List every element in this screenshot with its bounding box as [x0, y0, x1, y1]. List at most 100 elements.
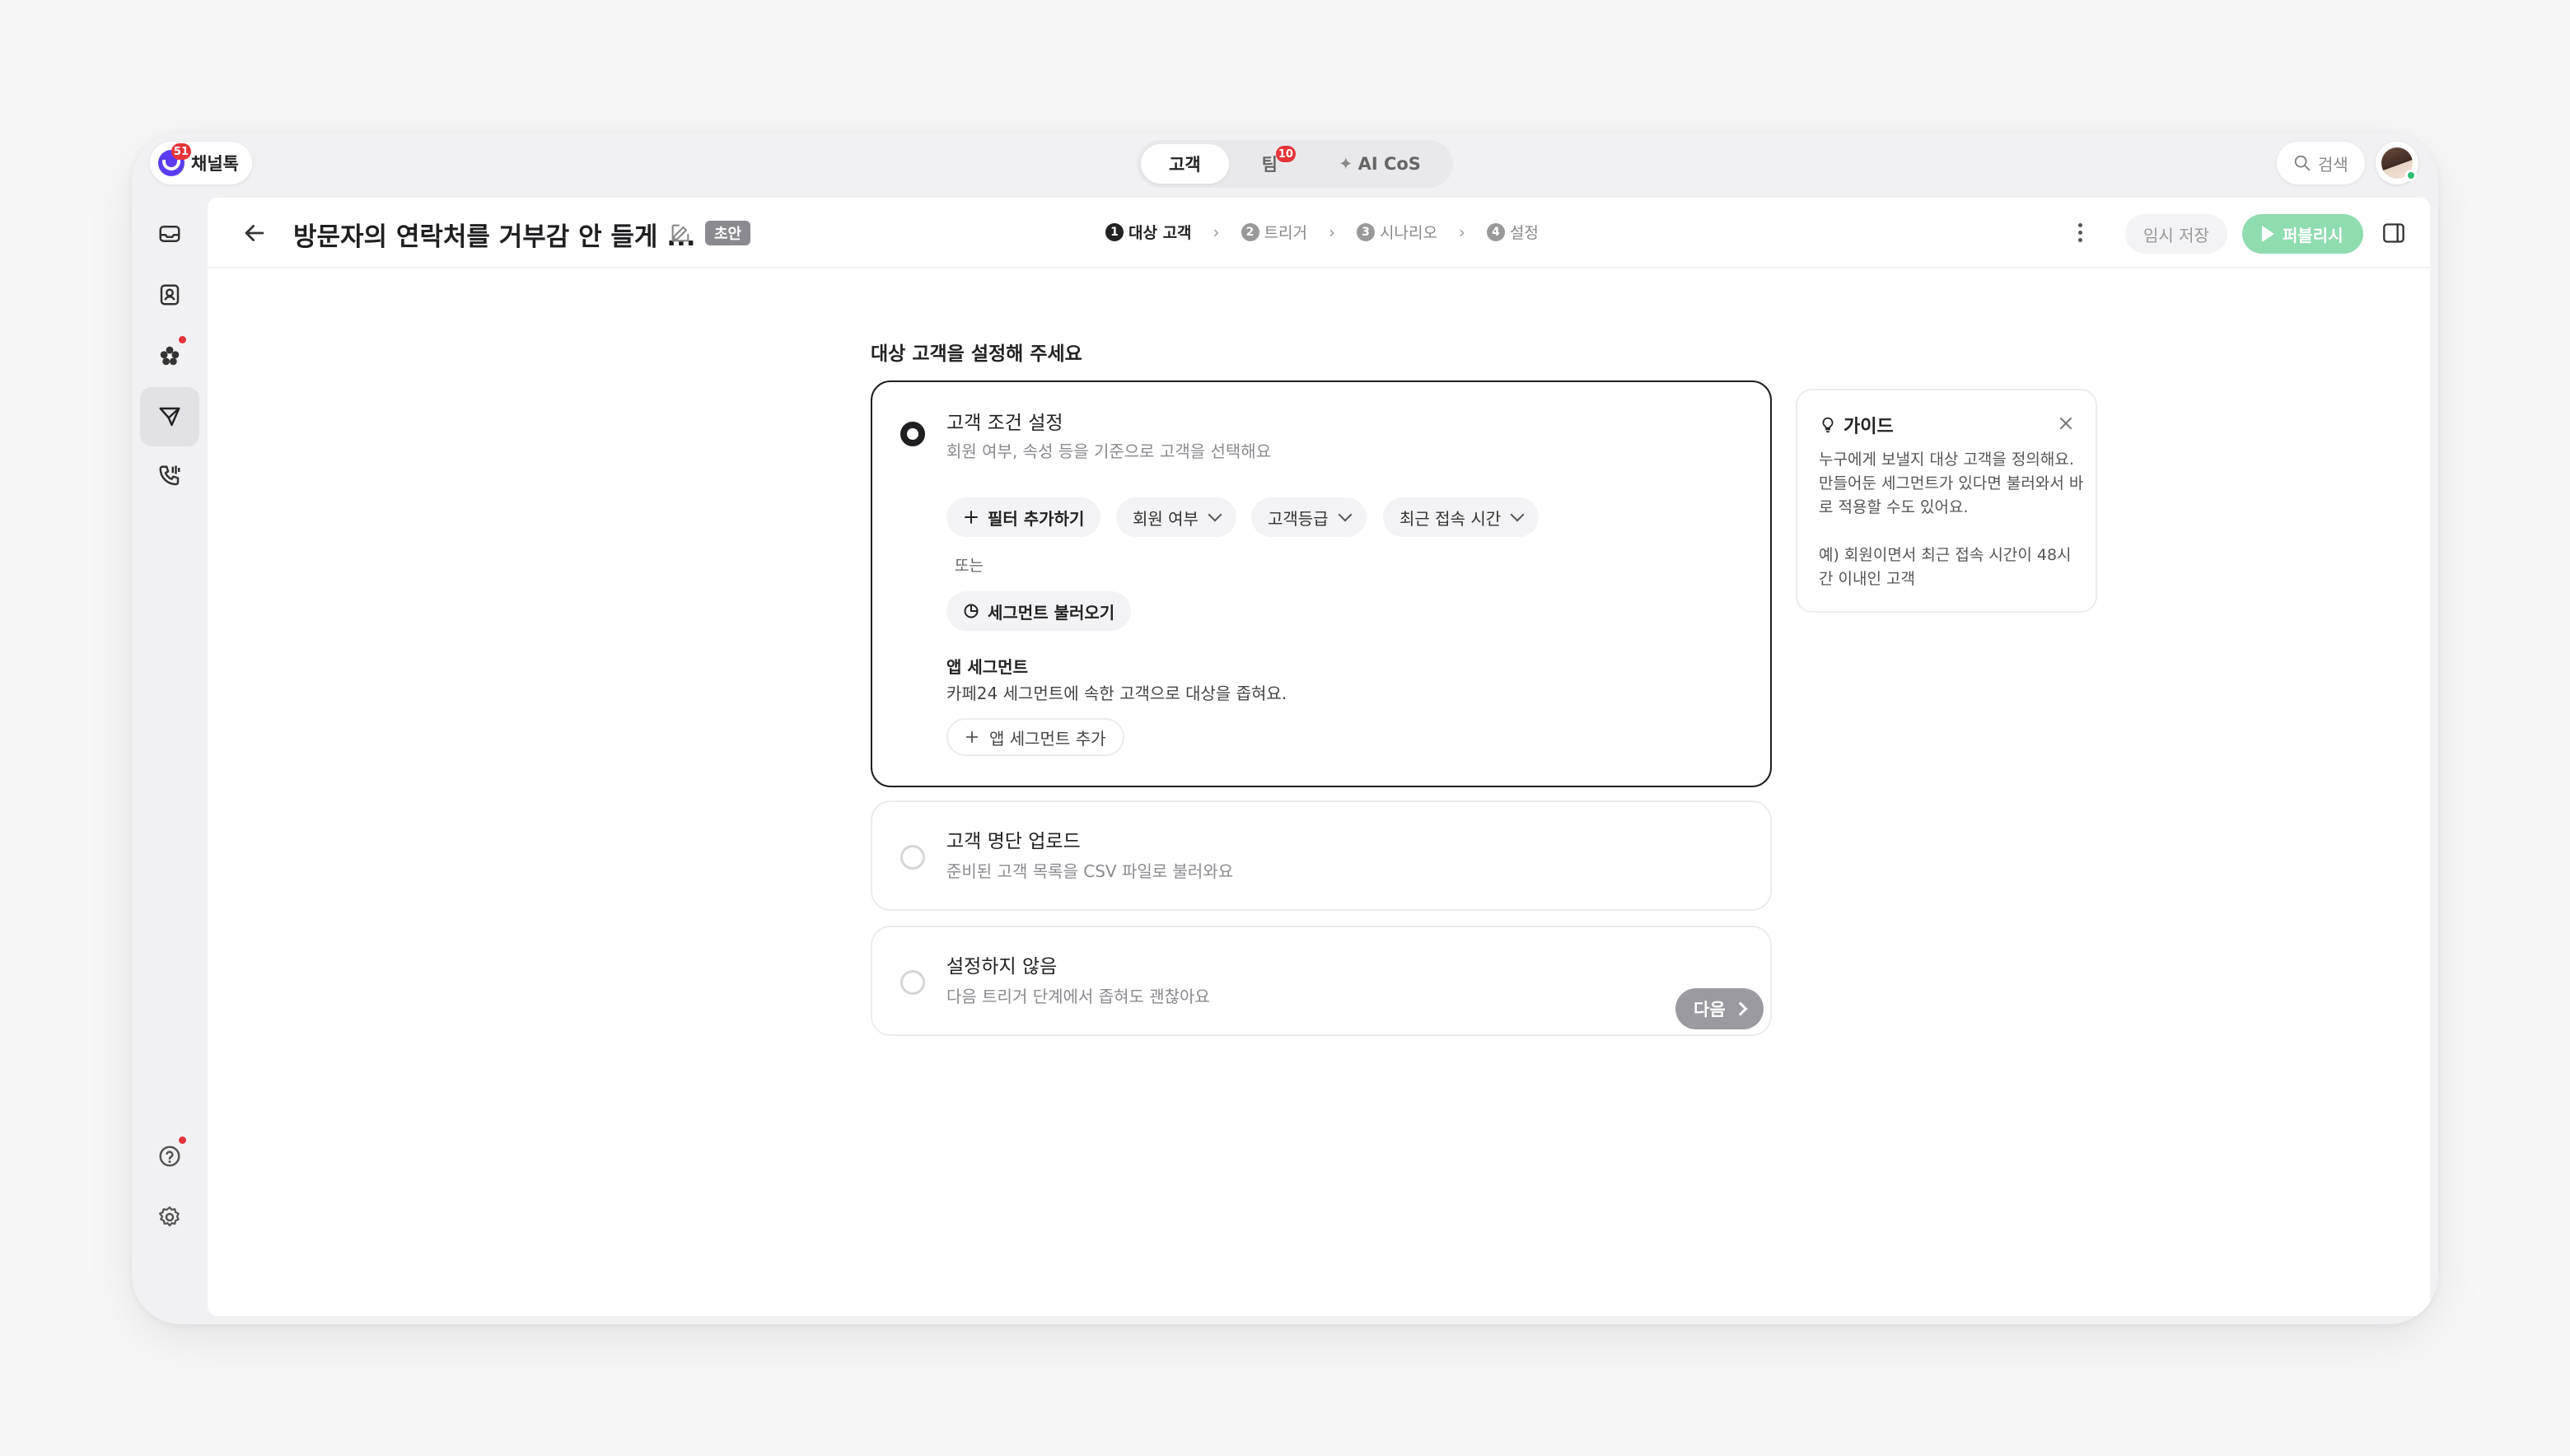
contact-card-icon [160, 284, 180, 306]
option-customer-conditions[interactable]: 고객 조건 설정 회원 여부, 속성 등을 기준으로 고객을 선택해요 필터 추… [871, 380, 1772, 787]
brand-name: 채널톡 [191, 154, 239, 174]
or-separator: 또는 [955, 557, 984, 575]
play-icon [2262, 226, 2274, 242]
filter-customer-grade[interactable]: 고객등급 [1251, 497, 1367, 537]
section-label: 대상 고객을 설정해 주세요 [871, 343, 1082, 365]
top-tab-bar: 고객 팀 10 ✦ AI CoS [1137, 140, 1453, 188]
radio-no-target[interactable] [900, 970, 925, 995]
step-settings-label: 설정 [1509, 224, 1539, 242]
option-description: 다음 트리거 단계에서 좁혀도 괜찮아요 [946, 987, 1210, 1006]
brand-button[interactable]: 51 채널톡 [150, 142, 252, 184]
option-title: 고객 조건 설정 [946, 413, 1063, 434]
step-scenario-label: 시나리오 [1380, 224, 1437, 242]
more-options-icon[interactable] [2065, 217, 2095, 247]
online-status-dot [2405, 170, 2417, 181]
inbox-icon [159, 226, 180, 242]
radio-customer-conditions[interactable] [900, 422, 925, 446]
add-filter-button[interactable]: 필터 추가하기 [946, 497, 1101, 537]
option-description: 회원 여부, 속성 등을 기준으로 고객을 선택해요 [946, 441, 1272, 461]
filter-label: 고객등급 [1268, 508, 1329, 529]
step-target-label: 대상 고객 [1128, 224, 1192, 242]
option-no-target[interactable]: 설정하지 않음 다음 트리거 단계에서 좁혀도 괜찮아요 [871, 926, 1772, 1036]
tab-customers[interactable]: 고객 [1141, 144, 1229, 184]
step-scenario[interactable]: 3 시나리오 [1357, 221, 1437, 243]
step-settings-number: 4 [1486, 222, 1505, 241]
guide-panel: 가이드 누구에게 보낼지 대상 고객을 정의해요. 만들어둔 세그먼트가 있다면… [1796, 389, 2097, 613]
temp-save-button[interactable]: 임시 저장 [2125, 214, 2227, 254]
filter-label: 최근 접속 시간 [1399, 508, 1502, 529]
content-panel: 방문자의 연락처를 거부감 안 들게 ... 초안 1 대상 고객 › 2 트리… [208, 198, 2430, 1316]
guide-body: 누구에게 보낼지 대상 고객을 정의해요. 만들어둔 세그먼트가 있다면 불러와… [1819, 450, 2084, 516]
page-title: 방문자의 연락처를 거부감 안 들게 ... [293, 222, 696, 252]
filter-label: 회원 여부 [1133, 508, 1199, 529]
step-target-number: 1 [1105, 222, 1124, 241]
guide-example: 예) 회원이면서 최근 접속 시간이 48시간 이내인 고객 [1819, 546, 2072, 588]
add-app-segment-button[interactable]: 앱 세그먼트 추가 [946, 718, 1124, 756]
send-icon [159, 407, 180, 427]
back-arrow-icon[interactable] [241, 219, 269, 247]
tab-customers-label: 고객 [1169, 155, 1201, 175]
apps-notification-dot [179, 336, 186, 343]
phone-icon [159, 465, 180, 486]
app-segment-title: 앱 세그먼트 [946, 657, 1028, 677]
nav-contacts[interactable] [140, 265, 199, 324]
nav-settings[interactable] [140, 1188, 199, 1247]
step-trigger-number: 2 [1241, 222, 1259, 241]
publish-label: 퍼블리시 [2283, 225, 2343, 245]
lightbulb-icon [1822, 417, 1834, 433]
radio-upload-list[interactable] [900, 845, 925, 870]
load-segment-label: 세그먼트 불러오기 [988, 602, 1115, 623]
app-window: 51 채널톡 고객 팀 10 ✦ AI CoS 검색 방문자의 연락처를 거부감… [132, 132, 2438, 1324]
tab-ai-cos-label: AI CoS [1357, 154, 1421, 174]
tab-ai-cos[interactable]: ✦ AI CoS [1311, 144, 1449, 184]
step-trigger[interactable]: 2 트리거 [1241, 221, 1307, 243]
search-label: 검색 [2318, 154, 2348, 175]
guide-header: 가이드 [1819, 412, 1894, 438]
step-scenario-number: 3 [1357, 222, 1375, 241]
guide-title: 가이드 [1843, 417, 1894, 437]
nav-inbox[interactable] [140, 204, 199, 264]
step-indicator: 1 대상 고객 › 2 트리거 › 3 시나리오 › 4 설정 [1105, 221, 1539, 243]
channel-talk-logo-icon: 51 [158, 143, 191, 176]
help-icon [159, 1146, 180, 1167]
nav-campaigns[interactable] [140, 387, 199, 446]
search-button[interactable]: 검색 [2277, 142, 2365, 184]
team-badge: 10 [1275, 146, 1296, 162]
chevron-right-icon: › [1329, 222, 1335, 242]
status-badge: 초안 [705, 221, 751, 245]
option-title: 고객 명단 업로드 [946, 831, 1081, 852]
add-app-segment-label: 앱 세그먼트 추가 [989, 728, 1106, 749]
pie-chart-icon [964, 604, 979, 618]
chevron-down-icon [1338, 507, 1353, 522]
next-label: 다음 [1694, 1000, 1726, 1020]
sidebar-toggle-icon[interactable] [2382, 222, 2405, 244]
filter-membership[interactable]: 회원 여부 [1116, 497, 1236, 537]
tab-team-label: 팀 [1261, 155, 1278, 175]
chevron-right-icon [1733, 1001, 1748, 1016]
option-title: 설정하지 않음 [946, 956, 1058, 978]
brand-notification-badge: 51 [171, 143, 191, 160]
user-avatar[interactable] [2376, 142, 2418, 184]
nav-help[interactable] [140, 1127, 199, 1186]
nav-apps[interactable] [140, 326, 199, 385]
help-notification-dot [179, 1136, 186, 1144]
close-icon[interactable] [2058, 415, 2074, 432]
plus-icon [965, 730, 979, 744]
sparkle-icon: ✦ [1338, 154, 1353, 174]
edit-pencil-icon[interactable] [669, 222, 692, 245]
option-upload-list[interactable]: 고객 명단 업로드 준비된 고객 목록을 CSV 파일로 불러와요 [871, 800, 1772, 911]
gear-icon [159, 1206, 180, 1227]
load-segment-button[interactable]: 세그먼트 불러오기 [946, 591, 1132, 631]
next-button[interactable]: 다음 [1675, 988, 1764, 1029]
page-header: 방문자의 연락처를 거부감 안 들게 ... 초안 1 대상 고객 › 2 트리… [208, 198, 2430, 268]
step-settings[interactable]: 4 설정 [1486, 221, 1539, 243]
step-target[interactable]: 1 대상 고객 [1105, 221, 1192, 243]
filter-last-access-time[interactable]: 최근 접속 시간 [1383, 497, 1540, 537]
publish-button[interactable]: 퍼블리시 [2242, 214, 2363, 254]
app-segment-description: 카페24 세그먼트에 속한 고객으로 대상을 좁혀요. [946, 684, 1287, 703]
chevron-down-icon [1208, 507, 1222, 522]
chevron-right-icon: › [1213, 222, 1220, 242]
plus-icon [965, 511, 978, 524]
nav-calls[interactable] [140, 446, 199, 506]
tab-team[interactable]: 팀 10 [1234, 144, 1306, 184]
